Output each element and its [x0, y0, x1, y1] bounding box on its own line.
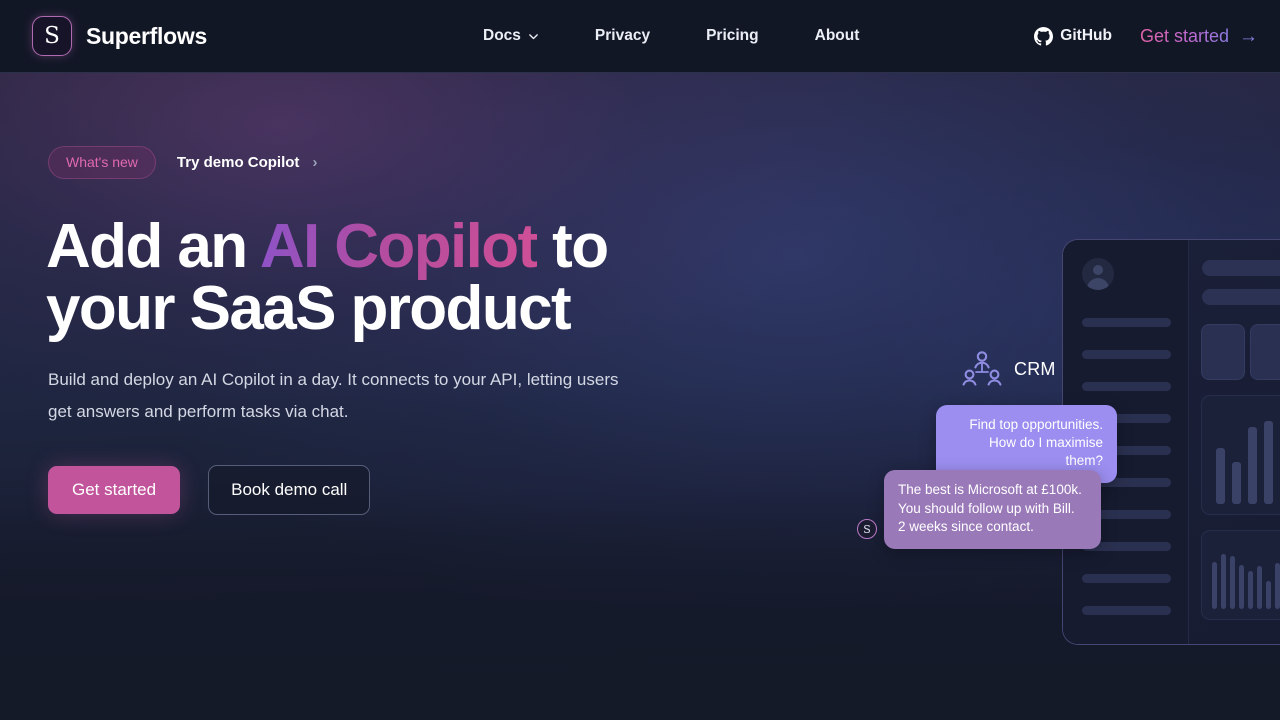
chart-bar	[1230, 556, 1235, 609]
skeleton-bar	[1202, 289, 1280, 305]
nav-right-group: GitHub Get started →	[1034, 26, 1258, 47]
avatar-head	[1093, 265, 1103, 275]
nav-links-group: Docs Privacy Pricing About	[455, 19, 887, 53]
skeleton-line	[1082, 606, 1171, 615]
skeleton-line	[1082, 318, 1171, 327]
nav-get-started-button[interactable]: Get started →	[1140, 26, 1258, 47]
crm-label-group: CRM	[962, 350, 1056, 388]
assistant-avatar-icon: S	[857, 519, 877, 539]
page-title: Add an AI Copilot to your SaaS product	[46, 216, 686, 340]
try-demo-copilot-link[interactable]: Try demo Copilot ›	[177, 154, 318, 171]
hero-subtext: Build and deploy an AI Copilot in a day.…	[48, 364, 628, 429]
avatar	[1082, 258, 1114, 290]
arrow-right-icon: →	[1239, 25, 1258, 47]
chat-user-line1: Find top opportunities.	[969, 417, 1103, 432]
get-started-button[interactable]: Get started	[48, 466, 181, 514]
nav-item-pricing-label: Pricing	[706, 27, 759, 44]
hero-subtext-line1: Build and deploy an AI Copilot in a day.…	[48, 370, 573, 389]
headline-line2: your SaaS product	[46, 274, 572, 343]
nav-item-privacy-label: Privacy	[594, 27, 651, 44]
superflows-logo-icon: S	[32, 16, 72, 56]
announcement-banner: What's new Try demo Copilot ›	[48, 146, 317, 179]
nav-item-pricing[interactable]: Pricing	[678, 19, 787, 53]
chevron-down-icon	[528, 31, 539, 42]
whats-new-badge[interactable]: What's new	[48, 146, 156, 179]
top-navigation-bar: S Superflows Docs Privacy Pricing About	[0, 0, 1280, 73]
chart-bar	[1275, 563, 1280, 609]
skeleton-line	[1082, 350, 1171, 359]
try-demo-copilot-label: Try demo Copilot	[176, 154, 300, 171]
nav-item-docs-label: Docs	[483, 27, 521, 44]
nav-item-about-label: About	[814, 27, 860, 44]
chevron-right-icon: ›	[312, 154, 318, 171]
mockup-main-panel	[1190, 240, 1280, 644]
nav-item-docs[interactable]: Docs	[455, 19, 567, 53]
crm-label: CRM	[1014, 358, 1056, 379]
headline-part2: to	[536, 212, 609, 281]
github-label: GitHub	[1060, 27, 1112, 44]
stat-tile	[1250, 324, 1280, 380]
chat-bot-line3: 2 weeks since contact.	[898, 519, 1034, 535]
nav-item-privacy[interactable]: Privacy	[567, 19, 678, 53]
chart-bar	[1248, 571, 1253, 609]
brand-logo-link[interactable]: S Superflows	[32, 16, 207, 56]
chat-bot-line1: The best is Microsoft at £100k.	[898, 482, 1082, 497]
stat-tile	[1201, 324, 1245, 380]
chart-bar	[1266, 581, 1271, 609]
brand-name: Superflows	[86, 22, 207, 49]
chart-bar	[1216, 448, 1225, 504]
bar-chart-panel-large	[1201, 395, 1280, 515]
skeleton-bar	[1202, 260, 1280, 276]
bar-chart-panel-small	[1201, 530, 1280, 620]
github-icon	[1034, 26, 1054, 46]
assistant-avatar-letter: S	[863, 522, 871, 536]
nav-item-about[interactable]: About	[787, 19, 888, 53]
chart-bar	[1232, 462, 1241, 504]
page-root: S Superflows Docs Privacy Pricing About	[0, 0, 1280, 720]
logo-letter: S	[44, 23, 60, 49]
users-group-icon	[962, 350, 1002, 388]
chat-user-line2: How do I maximise them?	[988, 435, 1103, 469]
chart-bar	[1264, 421, 1273, 504]
chart-bar	[1212, 562, 1217, 609]
cta-button-group: Get started Book demo call	[48, 465, 371, 515]
avatar-body	[1087, 278, 1109, 290]
headline-highlight: AI Copilot	[259, 212, 538, 281]
chat-bubble-assistant: The best is Microsoft at £100k. You shou…	[884, 470, 1101, 549]
chat-bot-line2: You should follow up with Bill.	[898, 500, 1075, 516]
skeleton-line	[1082, 574, 1171, 583]
book-demo-call-button[interactable]: Book demo call	[208, 465, 371, 515]
chart-bar	[1248, 427, 1257, 504]
skeleton-line	[1082, 382, 1171, 391]
chart-bar	[1257, 566, 1262, 609]
nav-get-started-label: Get started	[1139, 25, 1229, 46]
headline-part1: Add an	[46, 212, 260, 281]
chart-bar	[1239, 565, 1244, 609]
github-link[interactable]: GitHub	[1034, 26, 1112, 46]
chart-bar	[1221, 554, 1226, 609]
